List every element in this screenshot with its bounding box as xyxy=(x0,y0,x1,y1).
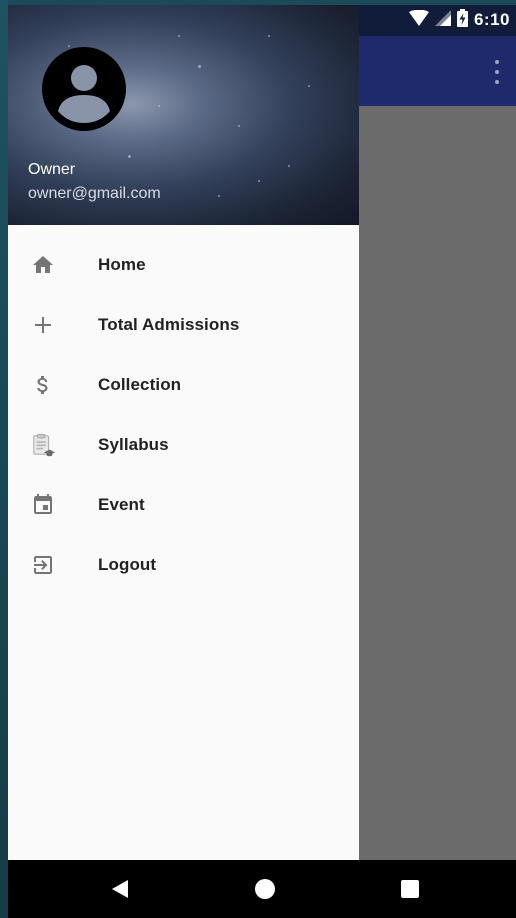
menu-item-logout[interactable]: Logout xyxy=(8,535,359,595)
status-icons: 6:10 xyxy=(408,8,510,32)
plus-icon xyxy=(31,313,55,337)
status-time: 6:10 xyxy=(473,10,510,29)
clipboard-icon xyxy=(31,433,55,457)
menu-item-label: Collection xyxy=(98,375,182,394)
menu-item-total-admissions[interactable]: Total Admissions xyxy=(8,295,359,355)
menu-item-home[interactable]: Home xyxy=(8,235,359,295)
owner-name: Owner xyxy=(28,161,76,178)
menu-item-label: Home xyxy=(98,255,146,274)
menu-item-label: Total Admissions xyxy=(98,315,240,334)
menu-item-label: Syllabus xyxy=(98,435,169,454)
menu-item-event[interactable]: Event xyxy=(8,475,359,535)
more-vert-icon[interactable] xyxy=(492,60,502,84)
navigation-drawer: Owner owner@gmail.com Home Total Admissi… xyxy=(8,5,359,860)
owner-email: owner@gmail.com xyxy=(28,185,161,202)
cell-signal-icon xyxy=(434,9,451,31)
drawer-menu: Home Total Admissions Collection Syllabu… xyxy=(8,235,359,595)
drawer-header: Owner owner@gmail.com xyxy=(8,5,359,225)
system-nav-bar xyxy=(8,860,516,918)
wifi-icon xyxy=(408,9,429,31)
home-circle-icon[interactable] xyxy=(251,875,279,903)
home-icon xyxy=(31,253,55,277)
menu-item-syllabus[interactable]: Syllabus xyxy=(8,415,359,475)
dollar-icon xyxy=(31,373,55,397)
calendar-icon xyxy=(31,493,55,517)
device-screen: 6:10 Owner owner@gmail.com Home Total Ad… xyxy=(8,5,516,918)
battery-charging-icon xyxy=(456,8,468,32)
recents-icon[interactable] xyxy=(396,875,424,903)
device-frame xyxy=(0,0,8,918)
back-icon[interactable] xyxy=(106,875,134,903)
menu-item-collection[interactable]: Collection xyxy=(8,355,359,415)
menu-item-label: Event xyxy=(98,495,145,514)
menu-item-label: Logout xyxy=(98,555,157,574)
account-circle-icon[interactable] xyxy=(42,47,126,131)
logout-icon xyxy=(31,553,55,577)
